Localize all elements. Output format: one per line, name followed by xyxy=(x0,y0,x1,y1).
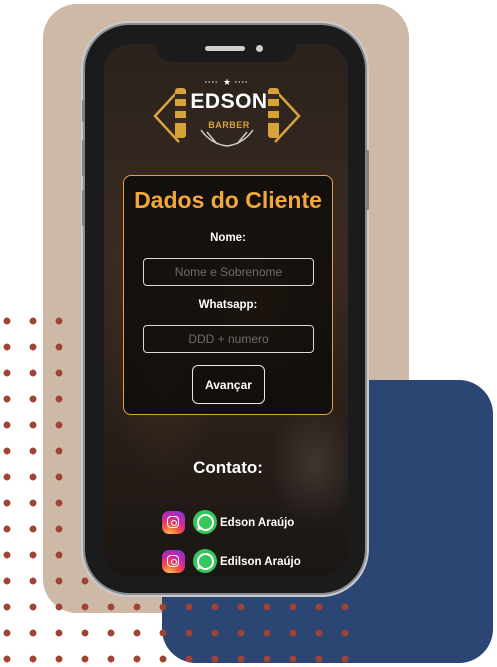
name-input[interactable] xyxy=(143,258,314,286)
logo-brand-name: EDSON xyxy=(190,90,268,113)
whatsapp-input[interactable] xyxy=(143,325,314,353)
contact-name: Edilson Araújo xyxy=(220,556,301,568)
advance-button[interactable]: Avançar xyxy=(192,365,265,404)
contact-title: Contato: xyxy=(193,458,263,477)
phone-volume-up-button xyxy=(82,140,85,176)
whatsapp-icon[interactable] xyxy=(193,510,217,534)
svg-text:★: ★ xyxy=(223,78,231,88)
barber-logo: ★ xyxy=(153,78,301,147)
phone-speaker xyxy=(205,46,245,51)
phone-side-button xyxy=(82,100,85,122)
instagram-icon[interactable] xyxy=(162,511,185,534)
whatsapp-label: Whatsapp: xyxy=(198,299,258,311)
instagram-icon[interactable] xyxy=(162,550,185,573)
phone-camera xyxy=(256,45,263,52)
phone-volume-down-button xyxy=(82,190,85,226)
contact-name: Edson Araújo xyxy=(220,517,295,529)
whatsapp-icon[interactable] xyxy=(193,549,217,573)
name-label: Nome: xyxy=(210,232,246,244)
logo-brand-subtitle: BARBER xyxy=(208,120,250,130)
form-title: Dados do Cliente xyxy=(134,187,322,213)
phone-power-button xyxy=(366,150,369,210)
